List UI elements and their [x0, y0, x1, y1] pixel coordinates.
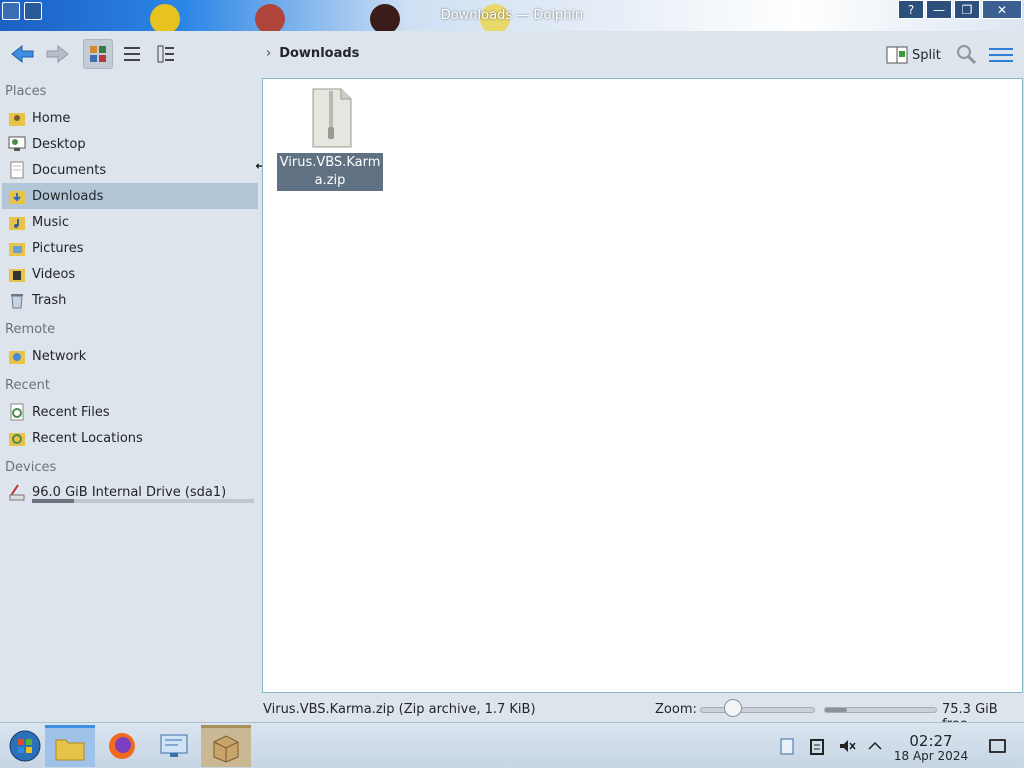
sidebar-item-downloads[interactable]: Downloads	[2, 183, 258, 209]
start-menu-button[interactable]	[0, 725, 50, 767]
close-button[interactable]: ✕	[982, 0, 1022, 19]
breadcrumb-chevron-icon: ›	[266, 46, 272, 61]
sidebar-item-network[interactable]: Network	[2, 343, 258, 369]
recent-locations-icon	[8, 429, 26, 447]
chevron-up-icon[interactable]	[866, 737, 884, 755]
sidebar-item-recent-files[interactable]: Recent Files	[2, 399, 258, 425]
title-bar: Downloads — Dolphin ? — ❐ ✕	[0, 0, 1024, 31]
firefox-icon	[109, 733, 135, 759]
recent-files-icon	[8, 403, 26, 421]
search-button[interactable]	[955, 43, 979, 67]
taskbar-dolphin[interactable]	[45, 725, 95, 767]
split-view-icon	[886, 46, 908, 64]
clock-date: 18 Apr 2024	[893, 749, 969, 763]
sidebar-item-label: Recent Files	[32, 404, 110, 420]
breadcrumb-item-downloads[interactable]: Downloads	[279, 46, 359, 61]
sidebar-item-label: 96.0 GiB Internal Drive (sda1)	[32, 484, 227, 500]
window-title: Downloads — Dolphin	[440, 8, 584, 23]
drive-usage-bar	[32, 499, 254, 503]
desktop-icon	[8, 135, 26, 153]
forward-button[interactable]	[42, 39, 72, 69]
help-button[interactable]: ?	[898, 0, 924, 19]
volume-muted-icon[interactable]	[838, 737, 856, 755]
documents-folder-icon	[8, 161, 26, 179]
sidebar-item-label: Recent Locations	[32, 430, 143, 446]
places-panel: Places Home Desktop Documents Downloads …	[0, 78, 258, 698]
compact-view-icon	[124, 47, 140, 61]
sidebar-item-label: Desktop	[32, 136, 86, 152]
videos-folder-icon	[8, 265, 26, 283]
sidebar-item-home[interactable]: Home	[2, 105, 258, 131]
selection-info: Virus.VBS.Karma.zip (Zip archive, 1.7 Ki…	[263, 702, 536, 717]
clipboard-tray-icon[interactable]	[778, 737, 796, 755]
sidebar-item-label: Pictures	[32, 240, 84, 256]
back-arrow-icon	[11, 44, 34, 64]
details-view-icon	[157, 45, 174, 63]
sidebar-item-videos[interactable]: Videos	[2, 261, 258, 287]
notes-tray-icon[interactable]	[808, 737, 826, 755]
split-label: Split	[912, 47, 941, 63]
start-orb-icon	[9, 730, 41, 762]
toolbar: › Downloads Split	[0, 31, 1024, 77]
icons-view-icon	[90, 46, 106, 62]
section-header-devices: Devices	[5, 460, 57, 475]
sidebar-item-music[interactable]: Music	[2, 209, 258, 235]
split-button[interactable]: Split	[886, 43, 941, 67]
hard-drive-icon	[8, 483, 26, 501]
trash-icon	[8, 291, 26, 309]
sidebar-item-label: Home	[32, 110, 71, 126]
sidebar-item-recent-locations[interactable]: Recent Locations	[2, 425, 258, 451]
file-item[interactable]: Virus.VBS.Karma.zip	[277, 87, 383, 191]
search-icon	[957, 45, 977, 65]
zoom-label: Zoom:	[655, 702, 697, 717]
zip-archive-icon	[312, 88, 352, 148]
pictures-folder-icon	[8, 239, 26, 257]
minimize-button[interactable]: —	[926, 0, 952, 19]
show-desktop-button[interactable]	[989, 739, 1006, 753]
home-folder-icon	[8, 109, 26, 127]
breadcrumb[interactable]: › Downloads	[266, 46, 359, 61]
sidebar-item-label: Videos	[32, 266, 76, 282]
clock-time: 02:27	[909, 732, 953, 750]
forward-arrow-icon	[46, 44, 69, 64]
file-view[interactable]: Virus.VBS.Karma.zip	[262, 78, 1023, 693]
sidebar-item-label: Documents	[32, 162, 107, 178]
file-name: Virus.VBS.Karma.zip	[277, 153, 383, 191]
taskbar-system-settings[interactable]	[149, 725, 199, 767]
network-folder-icon	[8, 347, 26, 365]
sidebar-item-label: Downloads	[32, 188, 104, 204]
zoom-slider-handle[interactable]	[724, 699, 742, 717]
maximize-button[interactable]: ❐	[954, 0, 980, 19]
taskbar-archive-manager[interactable]	[201, 725, 251, 767]
sidebar-item-trash[interactable]: Trash	[2, 287, 258, 313]
zoom-slider-track[interactable]	[700, 707, 815, 713]
downloads-folder-icon	[8, 187, 26, 205]
sidebar-item-desktop[interactable]: Desktop	[2, 131, 258, 157]
section-header-places: Places	[5, 84, 47, 99]
status-bar: Virus.VBS.Karma.zip (Zip archive, 1.7 Ki…	[0, 697, 1024, 732]
taskbar: 02:27 18 Apr 2024	[0, 722, 1024, 768]
compact-view-button[interactable]	[117, 39, 147, 69]
details-view-button[interactable]	[151, 39, 181, 69]
system-settings-icon	[160, 734, 188, 757]
clock[interactable]: 02:27 18 Apr 2024	[891, 733, 971, 763]
folder-icon	[55, 739, 85, 760]
section-header-remote: Remote	[5, 322, 56, 337]
hamburger-menu-icon[interactable]	[989, 43, 1013, 67]
package-box-icon	[213, 734, 239, 763]
free-space-bar	[824, 707, 937, 713]
sidebar-item-label: Network	[32, 348, 87, 364]
sidebar-item-label: Music	[32, 214, 69, 230]
window-controls: ? — ❐ ✕	[898, 0, 1022, 20]
icons-view-button[interactable]	[83, 39, 113, 69]
section-header-recent: Recent	[5, 378, 50, 393]
music-folder-icon	[8, 213, 26, 231]
sidebar-item-pictures[interactable]: Pictures	[2, 235, 258, 261]
back-button[interactable]	[8, 39, 38, 69]
sidebar-item-label: Trash	[32, 292, 67, 308]
sidebar-item-documents[interactable]: Documents	[2, 157, 258, 183]
taskbar-firefox[interactable]	[97, 725, 147, 767]
